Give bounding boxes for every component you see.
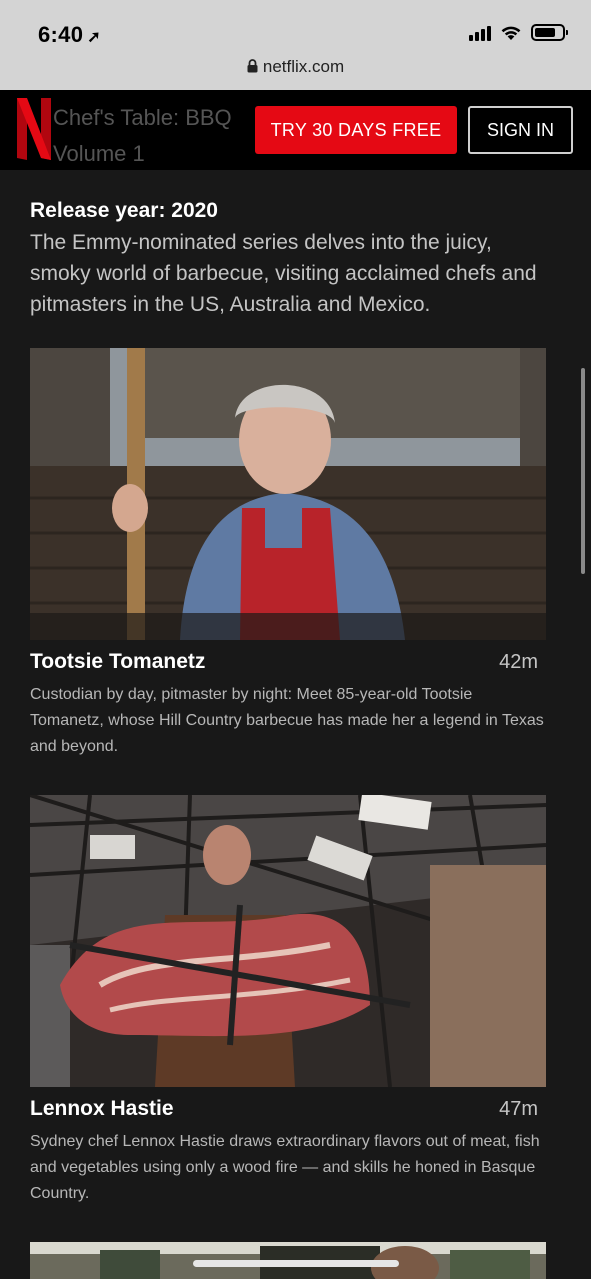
status-time-text: 6:40 — [38, 22, 84, 47]
home-indicator[interactable] — [193, 1260, 399, 1267]
wifi-icon — [501, 26, 521, 40]
episode-header: Lennox Hastie 47m — [30, 1097, 546, 1121]
episode-header: Tootsie Tomanetz 42m — [30, 650, 546, 674]
status-bar: 6:40 ➚ netflix.com — [0, 0, 591, 90]
show-title-line1: Chef's Table: BBQ — [53, 105, 232, 130]
sign-in-button[interactable]: SIGN IN — [468, 106, 573, 154]
episode-title[interactable]: Tootsie Tomanetz — [30, 650, 205, 674]
battery-icon — [531, 24, 568, 41]
episode-card[interactable]: Lennox Hastie 47m Sydney chef Lennox Has… — [30, 795, 546, 1207]
episode-thumbnail[interactable] — [30, 348, 546, 640]
show-title-line2: Volume 1 — [53, 141, 145, 166]
show-title-behind-header: Chef's Table: BBQ Volume 1 — [53, 100, 232, 170]
episode-duration: 47m — [499, 1098, 538, 1120]
url-bar[interactable]: netflix.com — [0, 57, 591, 77]
url-text: netflix.com — [262, 57, 345, 76]
release-year: Release year: 2020 — [30, 199, 218, 222]
site-header: Chef's Table: BBQ Volume 1 TRY 30 DAYS F… — [0, 90, 591, 170]
episode-card[interactable]: Tootsie Tomanetz 42m Custodian by day, p… — [30, 348, 546, 760]
show-info: Release year: 2020 The Emmy-nominated se… — [30, 196, 546, 320]
episode-description: Custodian by day, pitmaster by night: Me… — [30, 686, 544, 755]
episode-thumbnail-image — [30, 348, 546, 640]
episode-title[interactable]: Lennox Hastie — [30, 1097, 174, 1121]
scrollbar[interactable] — [581, 368, 585, 574]
episode-description: Sydney chef Lennox Hastie draws extraord… — [30, 1133, 540, 1202]
episode-thumbnail-image — [30, 795, 546, 1087]
show-synopsis: The Emmy-nominated series delves into th… — [30, 231, 537, 316]
netflix-logo-icon[interactable] — [17, 98, 51, 160]
status-icons — [469, 24, 568, 41]
status-time: 6:40 ➚ — [38, 22, 101, 48]
episode-duration: 42m — [499, 651, 538, 673]
cellular-signal-icon — [469, 25, 491, 41]
lock-icon — [247, 59, 258, 73]
try-free-button[interactable]: TRY 30 DAYS FREE — [255, 106, 457, 154]
episode-thumbnail[interactable] — [30, 795, 546, 1087]
location-arrow-icon: ➚ — [87, 29, 101, 46]
battery-level — [535, 28, 555, 37]
